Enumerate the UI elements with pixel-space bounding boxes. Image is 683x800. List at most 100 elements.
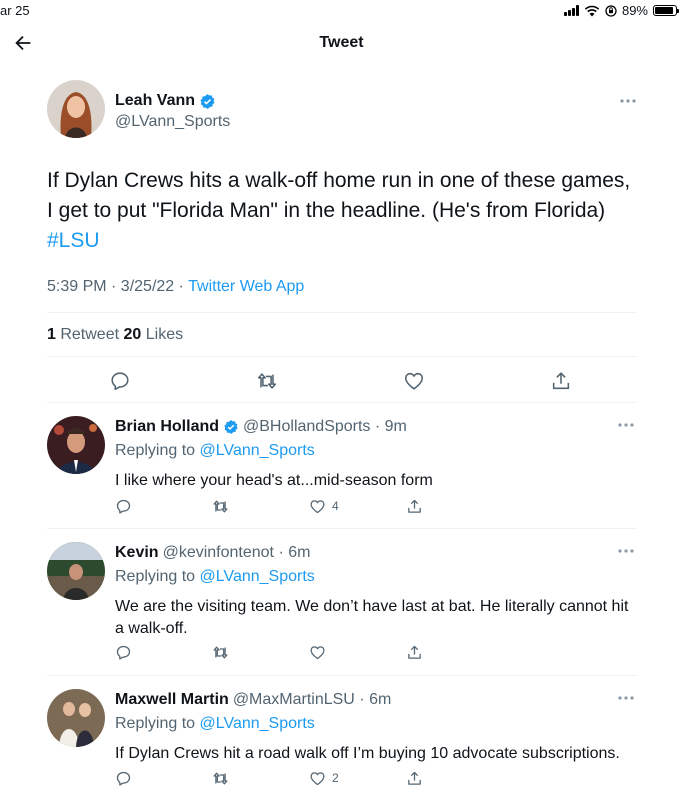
like-button[interactable]: [403, 370, 425, 392]
retweet-icon: [213, 772, 228, 784]
retweet-label[interactable]: Retweet: [56, 326, 124, 343]
reply-icon: [111, 372, 129, 391]
status-bar: ar 25 89%: [0, 0, 683, 22]
retweet-icon: [213, 500, 228, 512]
page-title: Tweet: [319, 34, 364, 51]
replying-label: Replying to: [115, 715, 200, 732]
divider: [47, 356, 637, 357]
like-count: 4: [332, 499, 339, 513]
reply-actions: 2: [115, 769, 425, 787]
verified-badge-icon: [224, 420, 238, 434]
reply-text: We are the visiting team. We don’t have …: [115, 598, 629, 637]
battery-percent: 89%: [621, 3, 648, 18]
reply-icon: [116, 499, 131, 514]
retweet-button[interactable]: [212, 497, 229, 515]
retweet-icon: [213, 646, 228, 658]
tweet-actions: [109, 370, 572, 392]
more-options-button[interactable]: [619, 98, 637, 104]
retweet-count[interactable]: 1: [47, 326, 56, 343]
like-count: 2: [332, 771, 339, 785]
share-icon: [408, 499, 421, 513]
more-dots-icon: [618, 549, 634, 553]
top-bar: Tweet: [0, 22, 683, 66]
share-button[interactable]: [406, 497, 423, 515]
reply-header: Kevin @kevinfontenot · 6m: [115, 544, 310, 562]
replying-label: Replying to: [115, 442, 200, 459]
tweet-timestamp[interactable]: 5:39 PM · 3/25/22 ·: [47, 278, 188, 295]
more-options-button[interactable]: [617, 422, 635, 428]
like-label[interactable]: Likes: [141, 326, 183, 343]
tweet-text: If Dylan Crews hits a walk-off home run …: [47, 166, 637, 256]
heart-icon: [310, 499, 325, 513]
share-icon: [408, 645, 421, 659]
author-name[interactable]: Kevin: [115, 544, 159, 562]
author-name-row: Leah Vann: [115, 92, 216, 110]
battery-icon: [653, 5, 679, 16]
share-button[interactable]: [550, 370, 572, 392]
avatar[interactable]: [47, 416, 105, 474]
avatar[interactable]: [47, 542, 105, 600]
retweet-button[interactable]: [212, 769, 229, 787]
replying-to: Replying to @LVann_Sports: [115, 568, 315, 586]
divider: [47, 675, 637, 676]
like-button[interactable]: 4: [309, 497, 339, 515]
reply-icon: [116, 645, 131, 660]
avatar[interactable]: [47, 80, 105, 138]
status-indicators: 89%: [563, 3, 679, 18]
like-count[interactable]: 20: [124, 326, 142, 343]
divider: [47, 402, 637, 403]
retweet-button[interactable]: [212, 643, 229, 661]
source-app-link[interactable]: Twitter Web App: [188, 278, 304, 295]
reply-actions: [115, 643, 425, 661]
author-handle[interactable]: @LVann_Sports: [115, 113, 230, 131]
reply-button[interactable]: [115, 643, 132, 661]
heart-icon: [310, 771, 325, 785]
reply-button[interactable]: [115, 497, 132, 515]
tweet-body: If Dylan Crews hits a walk-off home run …: [47, 169, 631, 222]
retweet-icon: [257, 373, 277, 389]
author-handle[interactable]: @kevinfontenot · 6m: [163, 544, 311, 562]
more-dots-icon: [618, 423, 634, 427]
reply-icon: [116, 771, 131, 786]
author-name[interactable]: Leah Vann: [115, 92, 195, 110]
tweet-meta: 5:39 PM · 3/25/22 · Twitter Web App: [47, 278, 304, 296]
wifi-icon: [584, 5, 600, 16]
replying-to: Replying to @LVann_Sports: [115, 442, 315, 460]
verified-badge-icon: [200, 93, 215, 109]
more-options-button[interactable]: [617, 548, 635, 554]
replying-to-link[interactable]: @LVann_Sports: [200, 442, 315, 459]
tweet-stats: 1 Retweet 20 Likes: [47, 326, 183, 344]
hashtag-link[interactable]: #LSU: [47, 229, 100, 252]
author-name[interactable]: Maxwell Martin: [115, 691, 229, 709]
author-handle[interactable]: @MaxMartinLSU · 6m: [233, 691, 392, 709]
status-time: ar 25: [0, 3, 30, 18]
reply-header: Maxwell Martin @MaxMartinLSU · 6m: [115, 691, 391, 709]
share-button[interactable]: [406, 643, 423, 661]
divider: [47, 312, 637, 313]
avatar[interactable]: [47, 689, 105, 747]
battery-level: [655, 7, 673, 14]
reply-text: I like where your head's at...mid-season…: [115, 472, 433, 489]
reply-text: If Dylan Crews hit a road walk off I’m b…: [115, 745, 620, 762]
divider: [47, 528, 637, 529]
reply-button[interactable]: [115, 769, 132, 787]
replying-label: Replying to: [115, 568, 200, 585]
orientation-lock-icon: [605, 4, 617, 17]
more-dots-icon: [620, 99, 636, 103]
retweet-button[interactable]: [256, 370, 278, 392]
reply-actions: 4: [115, 497, 425, 515]
like-button[interactable]: 2: [309, 769, 339, 787]
more-dots-icon: [618, 696, 634, 700]
like-button[interactable]: [309, 643, 332, 661]
replying-to-link[interactable]: @LVann_Sports: [200, 568, 315, 585]
share-icon: [552, 372, 570, 390]
more-options-button[interactable]: [617, 695, 635, 701]
reply-button[interactable]: [109, 370, 131, 392]
replying-to-link[interactable]: @LVann_Sports: [200, 715, 315, 732]
heart-icon: [310, 645, 325, 659]
author-handle[interactable]: @BHollandSports · 9m: [243, 418, 407, 436]
share-icon: [408, 771, 421, 785]
author-name[interactable]: Brian Holland: [115, 418, 219, 436]
replying-to: Replying to @LVann_Sports: [115, 715, 315, 733]
share-button[interactable]: [406, 769, 423, 787]
